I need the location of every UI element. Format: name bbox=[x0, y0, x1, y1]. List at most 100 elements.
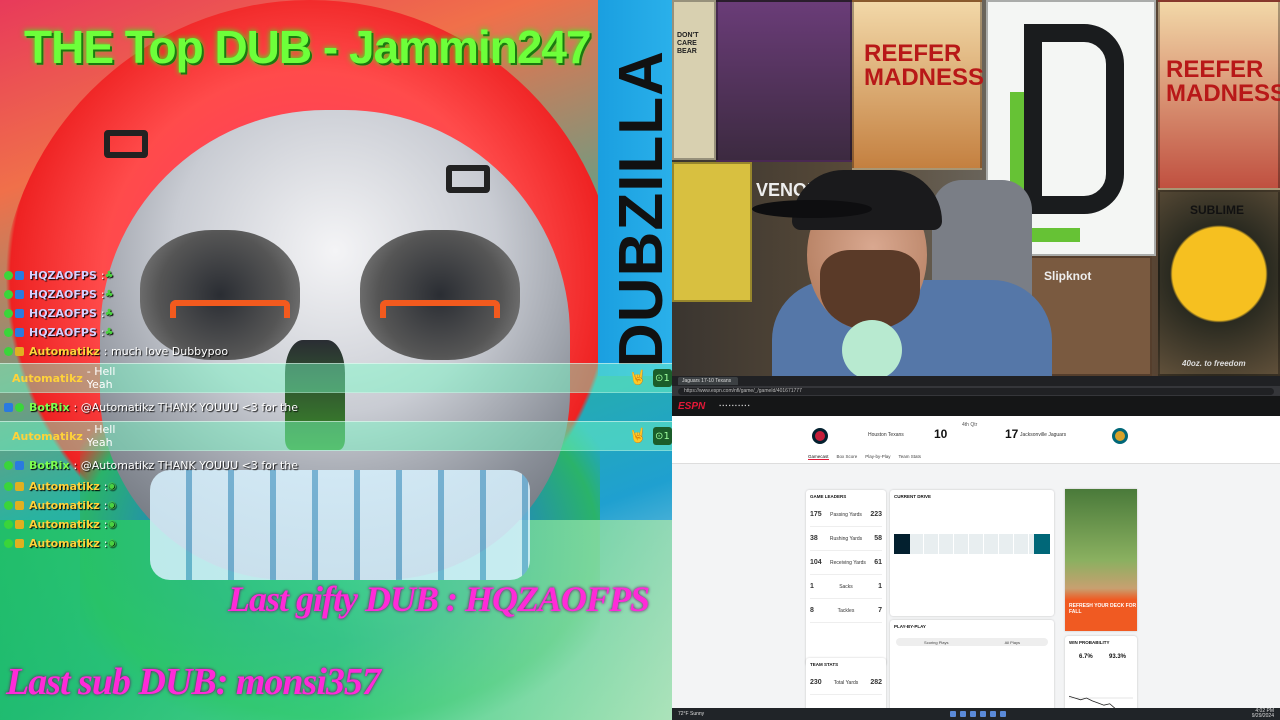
tab-play-by-play[interactable]: Play-by-Play bbox=[865, 454, 890, 460]
emote-icon: ◉ bbox=[107, 519, 117, 530]
game-status: 4th Qtr bbox=[962, 422, 978, 428]
points-value: 1 bbox=[663, 372, 670, 384]
windows-taskbar: 72°F Sunny 4:02 PM 9/29/2024 bbox=[672, 708, 1280, 720]
url-field[interactable]: https://www.espn.com/nfl/game/_/gameId/4… bbox=[678, 387, 1274, 395]
browser-icon[interactable] bbox=[979, 711, 986, 717]
leader-category: Sacks bbox=[839, 583, 853, 590]
leader-row[interactable]: 104 Receiving Yards 61 bbox=[810, 551, 882, 575]
highlighted-message: Automatikz - Hell Yeah 🤘 ⊙ 1 bbox=[0, 421, 672, 451]
tab-scoring-plays[interactable]: Scoring Plays bbox=[924, 640, 948, 645]
explorer-icon[interactable] bbox=[969, 711, 976, 717]
tab-gamecast[interactable]: Gamecast bbox=[808, 454, 829, 460]
scoreboard-strip[interactable]: ▪ ▪ ▪ ▪ ▪ ▪ ▪ ▪ ▪ ▪ bbox=[719, 403, 749, 409]
texans-logo-icon[interactable] bbox=[812, 428, 828, 444]
emote-icon: ◉ bbox=[107, 500, 117, 511]
tab-team-stats[interactable]: Team Stats bbox=[899, 454, 922, 460]
check-badge-icon bbox=[4, 460, 13, 470]
emote-icon: ◉ bbox=[107, 538, 117, 549]
leader-row[interactable]: 38 Rushing Yards 58 bbox=[810, 527, 882, 551]
leader-row[interactable]: 175 Passing Yards 223 bbox=[810, 503, 882, 527]
poster-text: REEFER MADNESS bbox=[1166, 56, 1280, 107]
game-header: Houston Texans 10 4th Qtr 17 Jacksonvill… bbox=[672, 416, 1280, 464]
tab-all-plays[interactable]: All Plays bbox=[1005, 640, 1020, 645]
weather-widget[interactable]: 72°F Sunny bbox=[678, 711, 704, 717]
leaf-emote-icon: ♣ bbox=[104, 289, 114, 300]
vip-badge-icon bbox=[15, 482, 24, 491]
leader-away-value: 1 bbox=[878, 583, 882, 590]
leaf-emote-icon: ♣ bbox=[104, 308, 114, 319]
check-badge-icon bbox=[4, 328, 13, 337]
address-bar: https://www.espn.com/nfl/game/_/gameId/4… bbox=[672, 386, 1280, 396]
espn-logo[interactable]: ESPN bbox=[678, 401, 705, 412]
home-team-name[interactable]: Houston Texans bbox=[868, 432, 904, 438]
endzone-left bbox=[894, 534, 910, 554]
start-icon[interactable] bbox=[949, 711, 956, 717]
chat-username: Automatikz bbox=[12, 371, 83, 385]
chat-message: HQZAOFPS : ♣ bbox=[0, 285, 672, 304]
system-clock[interactable]: 4:02 PM 9/29/2024 bbox=[1252, 709, 1274, 719]
check-badge-icon bbox=[4, 482, 13, 491]
leader-away-value: 61 bbox=[874, 559, 882, 566]
leader-category: Passing Yards bbox=[830, 511, 862, 518]
ad-text: REFRESH YOUR DECK FOR FALL bbox=[1069, 603, 1137, 615]
chat-username: BotRix bbox=[29, 458, 70, 472]
chat-username: Automatikz bbox=[29, 518, 100, 531]
poster-text: 40oz. to freedom bbox=[1182, 359, 1246, 368]
optic-logo-icon bbox=[446, 165, 490, 193]
game-subtabs: Gamecast Box Score Play-by-Play Team Sta… bbox=[808, 454, 921, 460]
obs-icon[interactable] bbox=[989, 711, 996, 717]
leader-home-value: 1 bbox=[810, 583, 814, 590]
beard bbox=[820, 250, 920, 330]
last-sub-text: Last sub DUB: monsi357 bbox=[6, 661, 381, 703]
team-stat-away: 282 bbox=[870, 679, 882, 686]
search-icon[interactable] bbox=[959, 711, 966, 717]
microphone-icon bbox=[842, 320, 902, 376]
taskbar-icons bbox=[949, 711, 1006, 717]
discord-icon[interactable] bbox=[999, 711, 1006, 717]
browser-tab-bar: Jaguars 17-10 Texans bbox=[672, 376, 1280, 386]
chat-username: HQZAOFPS bbox=[29, 288, 97, 301]
poster-reefer-madness: REEFER MADNESS bbox=[1158, 0, 1280, 190]
rock-hand-icon: 🤘 bbox=[629, 428, 647, 444]
chat-username: Automatikz bbox=[12, 429, 83, 443]
win-prob-home: 6.7% bbox=[1079, 654, 1093, 660]
chat-message: BotRix : @Automatikz THANK YOUUU <3 for … bbox=[0, 453, 672, 477]
leaf-emote-icon: ♣ bbox=[104, 327, 114, 338]
points-badge: ⊙ 1 bbox=[652, 369, 672, 387]
chat-message: HQZAOFPS : ♣ bbox=[0, 304, 672, 323]
chat-message: Automatikz : ◉ bbox=[0, 477, 672, 496]
home-score: 10 bbox=[934, 427, 948, 441]
check-badge-icon bbox=[4, 290, 13, 299]
leader-row[interactable]: 1 Sacks 1 bbox=[810, 575, 882, 599]
emote-icon: ◉ bbox=[107, 481, 117, 492]
field-diagram bbox=[894, 534, 1050, 554]
sub-badge-icon bbox=[15, 290, 24, 299]
points-badge: ⊙ 1 bbox=[652, 427, 672, 445]
poster-batman bbox=[672, 162, 752, 302]
sub-badge-icon bbox=[15, 309, 24, 318]
leader-row[interactable]: 8 Tackles 7 bbox=[810, 599, 882, 623]
poster-text: DON'T CARE BEAR bbox=[677, 32, 699, 55]
tab-box-score[interactable]: Box Score bbox=[837, 454, 858, 460]
browser-tab[interactable]: Jaguars 17-10 Texans bbox=[678, 377, 738, 385]
advertisement[interactable]: REFRESH YOUR DECK FOR FALL bbox=[1065, 489, 1137, 631]
jaguars-logo-icon[interactable] bbox=[1112, 428, 1128, 444]
card-title: Play-by-Play bbox=[894, 624, 926, 629]
check-badge-icon bbox=[4, 520, 13, 529]
stream-title: THE Top DUB - Jammin247 bbox=[24, 21, 592, 73]
chat-username: HQZAOFPS bbox=[29, 326, 97, 339]
check-badge-icon bbox=[4, 347, 13, 356]
leader-home-value: 8 bbox=[810, 607, 814, 614]
bot-badge-icon bbox=[15, 460, 24, 470]
vip-badge-icon bbox=[15, 501, 24, 510]
card-title: Game Leaders bbox=[810, 494, 847, 499]
chat-message: Automatikz : ◉ bbox=[0, 496, 672, 515]
team-stat-row[interactable]: 230 Total Yards 282 bbox=[810, 671, 882, 695]
vip-badge-icon bbox=[15, 520, 24, 529]
poster-sublime: SUBLIME 40oz. to freedom bbox=[1158, 190, 1280, 376]
highlighted-message: Automatikz - Hell Yeah 🤘 ⊙ 1 bbox=[0, 363, 672, 393]
leader-home-value: 175 bbox=[810, 511, 822, 518]
team-stat-home: 230 bbox=[810, 679, 822, 686]
away-team-name[interactable]: Jacksonville Jaguars bbox=[1020, 432, 1066, 438]
chat-message: HQZAOFPS : ♣ bbox=[0, 323, 672, 342]
